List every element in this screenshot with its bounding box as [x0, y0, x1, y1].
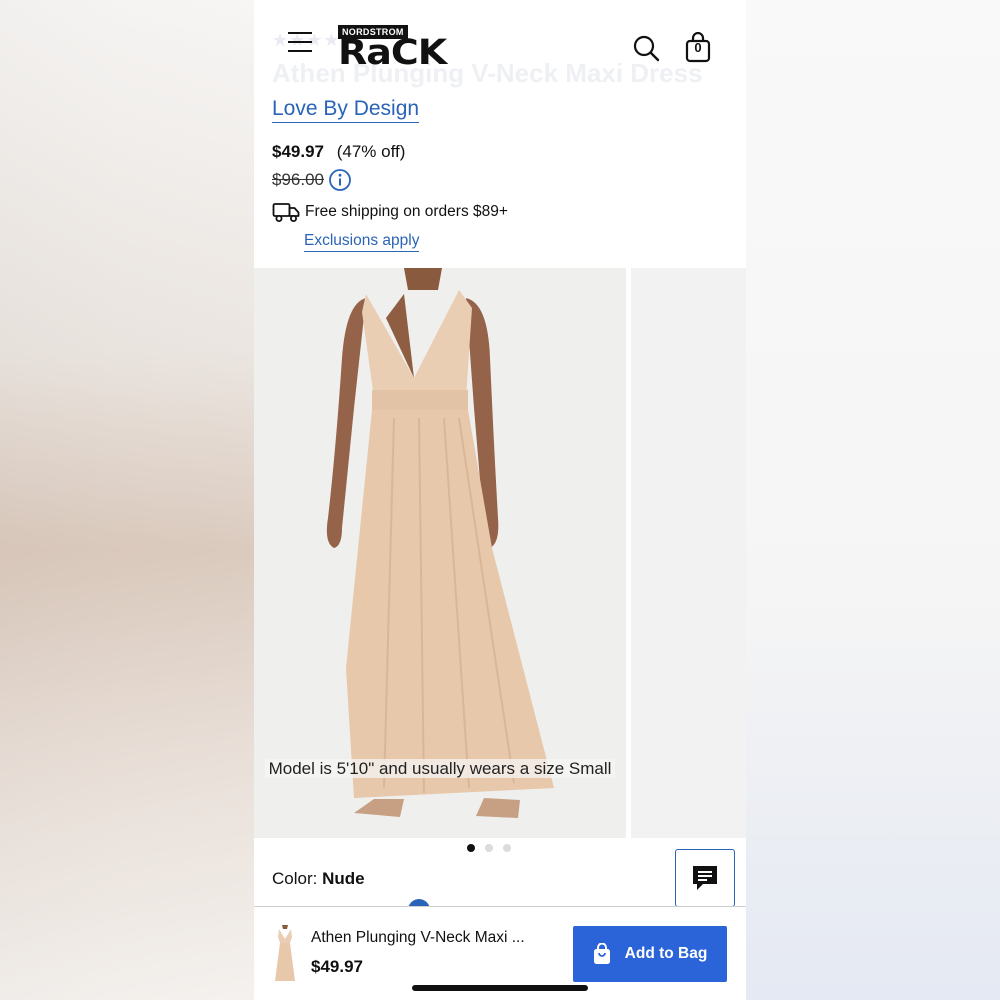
footer-price: $49.97: [311, 957, 363, 976]
product-thumbnail: [275, 925, 295, 981]
hamburger-icon: [288, 32, 312, 34]
brand-link[interactable]: Love By Design: [272, 96, 420, 123]
original-price: $96.00: [272, 170, 324, 189]
search-icon: [633, 35, 660, 62]
chat-button[interactable]: [675, 849, 735, 907]
logo[interactable]: NORDSTROM RaCK: [338, 22, 478, 72]
sticky-add-to-bag-bar: Athen Plunging V-Neck Maxi ... $49.97 Ad…: [254, 906, 746, 1000]
color-label: Color:: [272, 869, 318, 888]
product-image-main[interactable]: Model is 5'10" and usually wears a size …: [254, 268, 626, 838]
shipping-row: Free shipping on orders $89+: [272, 201, 508, 223]
carousel-dot-3[interactable]: [503, 844, 511, 852]
truck-icon: [272, 203, 300, 222]
chat-icon: [693, 866, 717, 890]
color-row: Color: Nude: [272, 869, 365, 889]
home-indicator[interactable]: [412, 985, 588, 991]
exclusions-link[interactable]: Exclusions apply: [304, 231, 420, 252]
carousel-dots: [467, 844, 511, 852]
phone-screen: ★★★★ Athen Plunging V-Neck Maxi Dress NO…: [254, 0, 746, 1000]
info-icon[interactable]: [328, 168, 352, 192]
shopping-bag-icon: [593, 943, 610, 964]
model-size-text: Model is 5'10" and usually wears a size …: [264, 759, 616, 778]
bag-count-badge: 0: [694, 40, 702, 55]
model-size-caption: Model is 5'10" and usually wears a size …: [254, 755, 626, 782]
current-price: $49.97: [272, 142, 324, 161]
logo-wordmark-main: RaCK: [338, 31, 447, 73]
color-value: Nude: [322, 869, 365, 888]
add-to-bag-button[interactable]: Add to Bag: [573, 926, 727, 982]
add-to-bag-label: Add to Bag: [624, 945, 708, 962]
price-row: $49.97 (47% off): [272, 142, 405, 162]
shipping-text: Free shipping on orders $89+: [305, 203, 508, 220]
hamburger-icon-line: [288, 41, 312, 43]
menu-button[interactable]: [288, 32, 314, 58]
product-photo: [326, 268, 554, 818]
header: ★★★★ Athen Plunging V-Neck Maxi Dress NO…: [254, 0, 746, 95]
background-blur-left: [0, 0, 254, 1000]
product-image-next[interactable]: [631, 268, 746, 838]
hamburger-icon-line: [288, 50, 312, 52]
bag-button[interactable]: 0: [684, 32, 714, 64]
search-button[interactable]: [632, 34, 662, 64]
original-price-row: $96.00: [272, 168, 352, 192]
background-blur-right: [746, 0, 1000, 1000]
discount-percent: (47% off): [336, 142, 406, 161]
footer-product-name: Athen Plunging V-Neck Maxi ...: [311, 929, 525, 946]
carousel-dot-2[interactable]: [485, 844, 493, 852]
carousel-dot-1[interactable]: [467, 844, 475, 852]
